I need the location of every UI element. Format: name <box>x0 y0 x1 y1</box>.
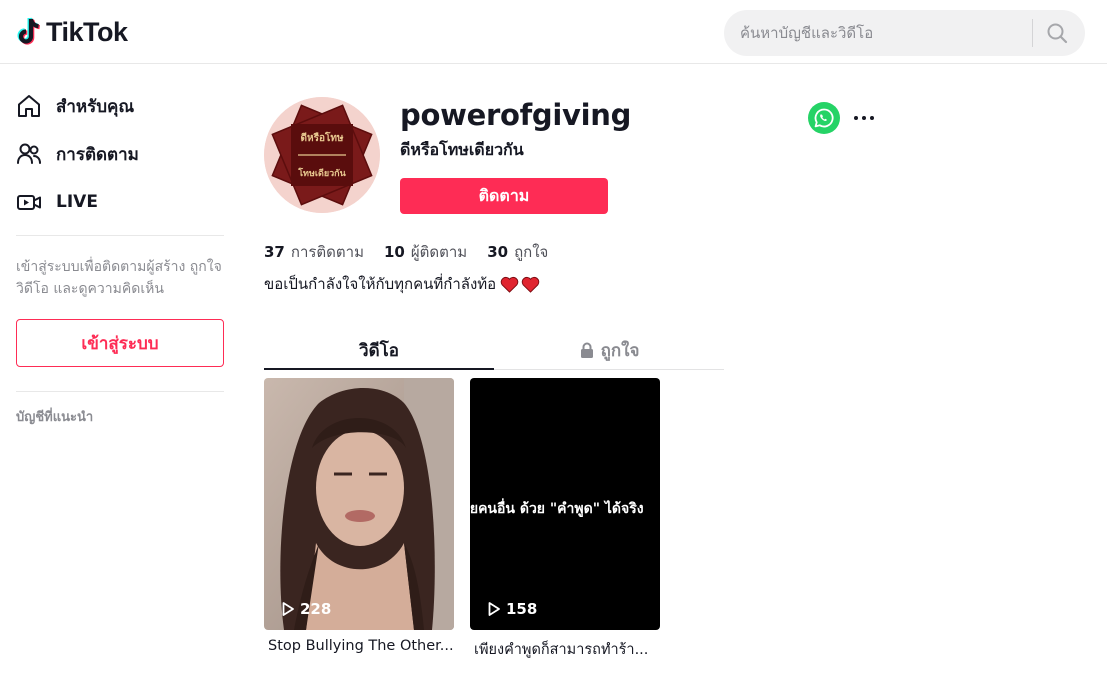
avatar-image: ดีหรือโทษ โทษเดียวกัน <box>264 97 380 213</box>
tiktok-logo[interactable]: TikTok <box>16 16 128 48</box>
top-header: TikTok <box>0 0 1107 64</box>
video-caption[interactable]: เพียงคำพูดก็สามารถทำร้า... <box>470 638 660 661</box>
video-thumbnail[interactable]: ายคนอื่น ด้วย "คำพูด" ได้จริง 158 <box>470 378 660 630</box>
heart-icon <box>521 276 540 293</box>
whatsapp-share-button[interactable] <box>808 102 840 134</box>
sidebar-divider <box>16 235 224 236</box>
video-thumbnail[interactable]: 228 <box>264 378 454 630</box>
more-dot <box>870 116 874 120</box>
stat-following: 37 การติดตาม <box>264 240 364 264</box>
search-input[interactable] <box>740 10 1030 56</box>
stat-value: 37 <box>264 243 285 261</box>
video-card[interactable]: 228 Stop Bullying The Other... <box>264 378 454 654</box>
sidebar-item-following[interactable]: การติดตาม <box>16 132 224 176</box>
search-icon <box>1047 23 1068 44</box>
tab-videos[interactable]: วิดีโอ <box>264 330 494 370</box>
sidebar-item-live[interactable]: LIVE <box>16 180 224 224</box>
stat-likes: 30 ถูกใจ <box>487 240 548 264</box>
stat-label: ถูกใจ <box>514 243 549 261</box>
home-icon <box>18 95 40 117</box>
following-icon <box>17 143 41 164</box>
profile-username: powerofgiving <box>400 98 632 132</box>
sidebar-item-label: สำหรับคุณ <box>56 96 135 117</box>
stat-label: ผู้ติดตาม <box>410 243 468 261</box>
sidebar-item-for-you[interactable]: สำหรับคุณ <box>16 84 224 128</box>
tiktok-logo-icon <box>17 17 41 45</box>
profile-tabs: วิดีโอ ถูกใจ <box>264 330 724 370</box>
sidebar-divider <box>16 391 224 392</box>
view-count-text: 228 <box>300 600 332 618</box>
stat-label: การติดตาม <box>290 243 364 261</box>
live-icon <box>17 195 41 210</box>
video-caption[interactable]: Stop Bullying The Other... <box>264 638 454 654</box>
bio-text: ขอเป็นกำลังใจให้กับทุกคนที่กำลังท้อ <box>264 275 497 293</box>
sidebar: สำหรับคุณ การติดตาม LIVE เข้าสู่ระบบเพื่… <box>0 64 240 682</box>
stat-value: 10 <box>383 243 405 261</box>
active-tab-indicator <box>264 368 494 370</box>
tab-videos-label: วิดีโอ <box>359 340 399 361</box>
search-divider <box>1032 19 1033 47</box>
sidebar-item-label: การติดตาม <box>56 144 139 165</box>
play-icon <box>282 602 294 616</box>
tab-liked-label: ถูกใจ <box>600 340 640 361</box>
video-view-count: 158 <box>486 600 537 618</box>
avatar-text-top: ดีหรือโทษ <box>300 131 343 144</box>
profile-stats: 37 การติดตาม 10 ผู้ติดตาม 30 ถูกใจ <box>264 240 568 264</box>
tab-liked[interactable]: ถูกใจ <box>494 330 724 370</box>
bio-hearts <box>498 276 540 293</box>
video-overlay-text: ายคนอื่น ด้วย "คำพูด" ได้จริง <box>470 501 644 517</box>
video-card[interactable]: ายคนอื่น ด้วย "คำพูด" ได้จริง 158 เพียงค… <box>470 378 660 661</box>
more-dot <box>854 116 858 120</box>
search-bar <box>724 10 1085 56</box>
avatar-text-bottom: โทษเดียวกัน <box>297 167 346 179</box>
heart-icon <box>500 276 519 293</box>
login-hint: เข้าสู่ระบบเพื่อติดตามผู้สร้าง ถูกใจวิดี… <box>16 259 222 297</box>
profile-nickname: ดีหรือโทษเดียวกัน <box>400 140 524 159</box>
lock-icon <box>580 342 593 358</box>
profile-bio: ขอเป็นกำลังใจให้กับทุกคนที่กำลังท้อ <box>264 272 540 296</box>
stat-value: 30 <box>487 243 509 261</box>
video-thumbnail-image <box>264 378 454 630</box>
view-count-text: 158 <box>506 600 538 618</box>
play-icon <box>488 602 500 616</box>
login-button[interactable]: เข้าสู่ระบบ <box>16 319 224 367</box>
sidebar-item-label: LIVE <box>56 192 98 212</box>
video-view-count: 228 <box>280 600 331 618</box>
search-button[interactable] <box>1040 16 1074 50</box>
whatsapp-icon <box>814 108 834 128</box>
more-dot <box>862 116 866 120</box>
suggested-accounts-title: บัญชีที่แนะนำ <box>16 410 94 425</box>
logo-wordmark: TikTok <box>46 16 128 47</box>
avatar[interactable]: ดีหรือโทษ โทษเดียวกัน <box>264 97 380 213</box>
more-options-button[interactable] <box>850 104 878 132</box>
follow-button[interactable]: ติดตาม <box>400 178 608 214</box>
stat-followers: 10 ผู้ติดตาม <box>384 240 467 264</box>
